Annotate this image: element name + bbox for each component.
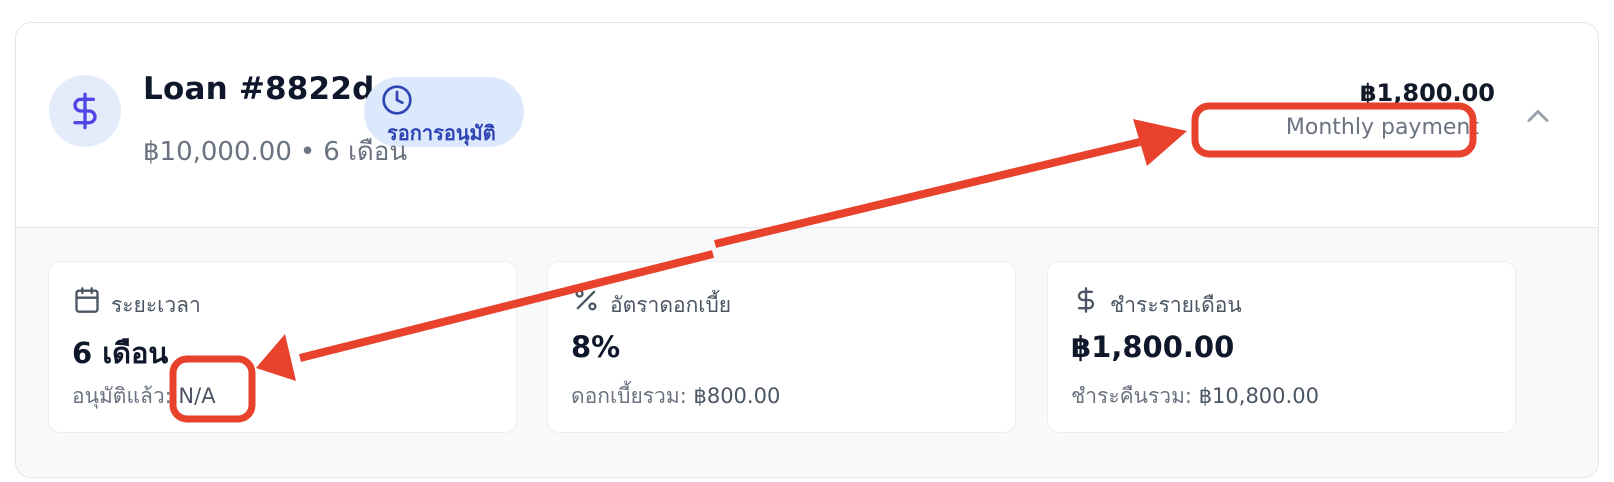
stat-sub-value: ฿800.00 <box>693 384 781 408</box>
loan-card-header[interactable]: Loan #8822d รอการอนุมัติ ฿10,000.00 • 6 เด… <box>16 23 1598 227</box>
dollar-icon <box>1077 287 1095 313</box>
stat-subtext: ชำระคืนรวม: ฿10,800.00 <box>1071 380 1319 413</box>
stat-value: 8% <box>571 330 621 364</box>
loan-title: Loan #8822d <box>143 71 375 107</box>
stat-value: ฿1,800.00 <box>1071 330 1235 364</box>
stat-sub-value: N/A <box>178 384 216 408</box>
stat-card-monthly: ชำระรายเดือน ฿1,800.00 ชำระคืนรวม: ฿10,8… <box>1047 261 1516 433</box>
stat-subtext: อนุมัติแล้ว: N/A <box>72 380 216 413</box>
clock-icon <box>382 85 412 115</box>
stat-subtext: ดอกเบี้ยรวม: ฿800.00 <box>571 380 780 413</box>
loan-avatar <box>49 75 121 147</box>
percent-icon <box>575 289 597 311</box>
loan-term: 6 เดือน <box>323 137 408 167</box>
monthly-payment-caption: Monthly payment <box>1285 115 1479 140</box>
stat-label: ชำระรายเดือน <box>1110 293 1242 317</box>
separator-dot: • <box>299 137 316 167</box>
monthly-amount: ฿1,800.00 <box>1359 79 1495 107</box>
stat-card-interest: อัตราดอกเบี้ย 8% ดอกเบี้ยรวม: ฿800.00 <box>547 261 1016 433</box>
stat-sub-label: ดอกเบี้ยรวม: <box>571 384 687 408</box>
stat-label: อัตราดอกเบี้ย <box>610 293 732 317</box>
chevron-up-icon[interactable] <box>1520 98 1556 134</box>
stat-sub-label: ชำระคืนรวม: <box>1071 384 1192 408</box>
loan-details: ระยะเวลา 6 เดือน อนุมัติแล้ว: N/A อัตราด… <box>16 227 1598 477</box>
dollar-icon <box>73 92 97 130</box>
stat-sub-label: อนุมัติแล้ว: <box>72 384 172 408</box>
stat-sub-value: ฿10,800.00 <box>1198 384 1319 408</box>
loan-card: Loan #8822d รอการอนุมัติ ฿10,000.00 • 6 เด… <box>15 22 1599 478</box>
calendar-icon <box>75 287 99 313</box>
stat-value: 6 เดือน <box>72 336 169 370</box>
loan-summary: ฿10,000.00 • 6 เดือน <box>143 131 407 172</box>
stat-card-duration: ระยะเวลา 6 เดือน อนุมัติแล้ว: N/A <box>48 261 517 433</box>
stat-label: ระยะเวลา <box>111 293 201 317</box>
loan-principal: ฿10,000.00 <box>143 137 292 167</box>
